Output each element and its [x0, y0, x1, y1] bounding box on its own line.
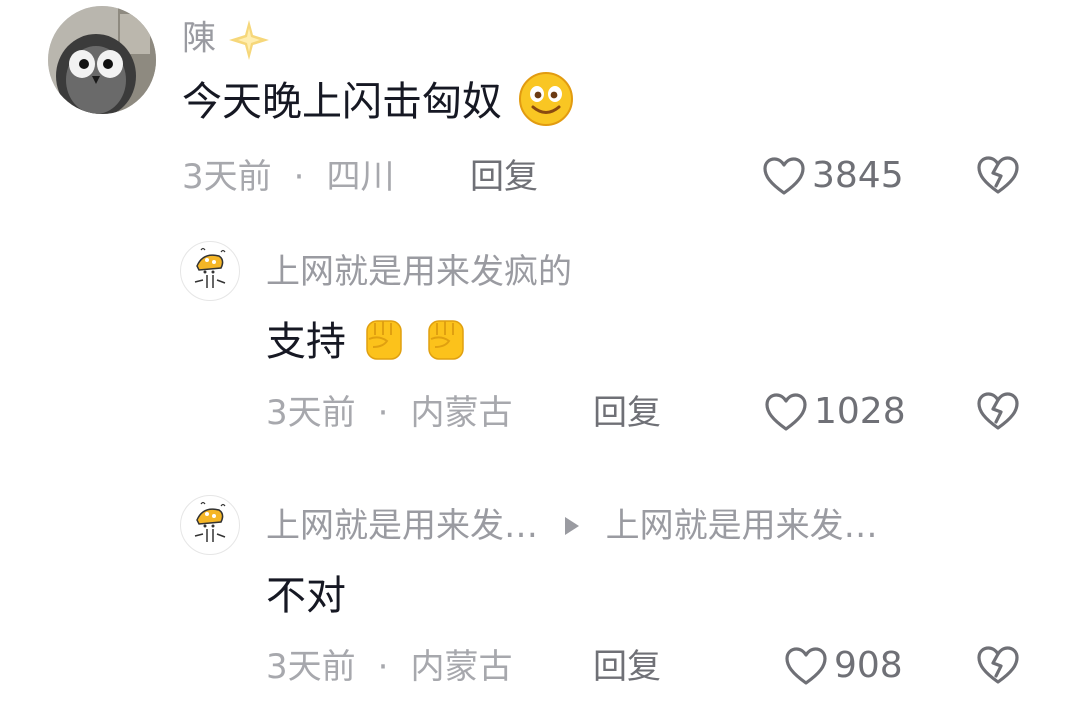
- reply-text-content: 支持: [266, 319, 346, 365]
- like-button[interactable]: 3845: [762, 156, 904, 196]
- meta-separator: ·: [377, 647, 389, 687]
- broken-heart-icon: [977, 646, 1019, 684]
- reply-avatar[interactable]: [180, 495, 240, 555]
- sparkle-star-icon: [228, 20, 269, 60]
- dislike-button[interactable]: [976, 154, 1020, 200]
- reply-button[interactable]: 回复: [470, 160, 538, 194]
- penguin-avatar-image: [48, 6, 156, 114]
- reply-location: 内蒙古: [410, 393, 513, 433]
- reply-text: 支持: [266, 319, 471, 365]
- meta-separator: ·: [293, 157, 305, 197]
- commenter-name-text[interactable]: 陳: [182, 19, 216, 59]
- reply-time: 3天前: [266, 393, 356, 433]
- reply-meta: 3天前 · 内蒙古: [266, 396, 512, 430]
- broken-heart-icon: [977, 156, 1019, 194]
- like-button[interactable]: 1028: [764, 392, 906, 432]
- cartoon-avatar-image: [194, 501, 226, 542]
- reply-button[interactable]: 回复: [593, 396, 661, 430]
- reply-button[interactable]: 回复: [593, 650, 661, 684]
- heart-outline-icon: [785, 647, 827, 685]
- reply-avatar[interactable]: [180, 241, 240, 301]
- cartoon-avatar-image: [194, 247, 226, 288]
- comment-location: 四川: [326, 157, 395, 197]
- reply-text: 不对: [266, 573, 346, 619]
- comment-time: 3天前: [182, 157, 272, 197]
- meta-separator: ·: [377, 393, 389, 433]
- reply-meta: 3天前 · 内蒙古: [266, 650, 512, 684]
- like-count: 908: [834, 645, 903, 686]
- comment-text-content: 今天晚上闪击匈奴: [182, 79, 502, 125]
- smiley-face-icon: [518, 72, 573, 126]
- reply-time: 3天前: [266, 647, 356, 687]
- reply-author-name[interactable]: 上网就是用来发疯的: [266, 255, 572, 289]
- like-count: 3845: [812, 155, 904, 196]
- dislike-button[interactable]: [976, 644, 1020, 690]
- reply-author-name[interactable]: 上网就是用来发…: [266, 506, 538, 546]
- dislike-button[interactable]: [976, 390, 1020, 436]
- heart-outline-icon: [765, 393, 807, 431]
- like-button[interactable]: 908: [784, 646, 903, 686]
- comment-meta: 3天前 · 四川: [182, 160, 394, 194]
- comment-text: 今天晚上闪击匈奴: [182, 72, 575, 128]
- commenter-name[interactable]: 陳: [182, 18, 271, 62]
- reply-to-name[interactable]: 上网就是用来发…: [606, 506, 878, 546]
- reply-author-line: 上网就是用来发… 上网就是用来发…: [266, 509, 878, 543]
- play-arrow-icon: [564, 516, 579, 535]
- like-count: 1028: [814, 391, 906, 432]
- broken-heart-icon: [977, 392, 1019, 430]
- reply-location: 内蒙古: [410, 647, 513, 687]
- heart-outline-icon: [763, 157, 805, 195]
- raised-fist-icon: [428, 320, 465, 360]
- raised-fist-icon: [365, 320, 402, 360]
- commenter-avatar[interactable]: [48, 6, 156, 114]
